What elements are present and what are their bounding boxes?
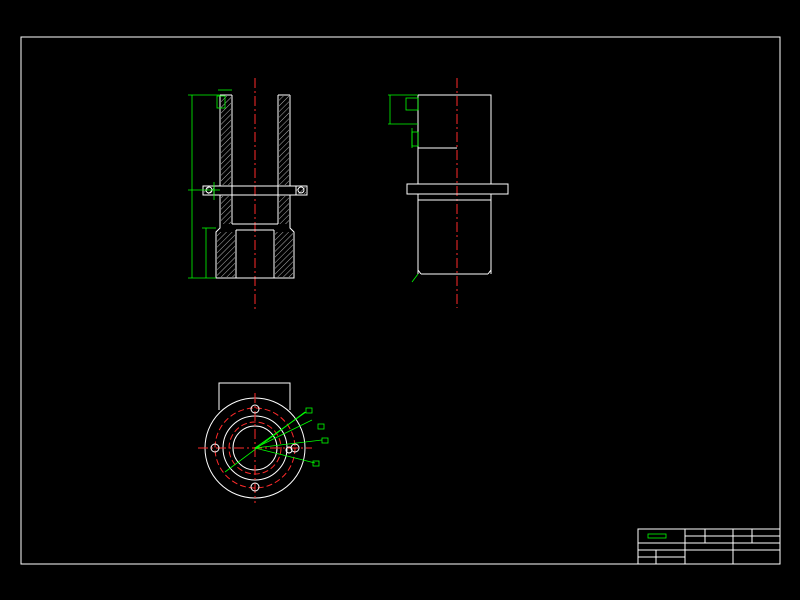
cad-drawing — [20, 36, 781, 565]
title-block — [637, 528, 781, 565]
drawing-frame — [20, 36, 781, 565]
side-view — [388, 78, 509, 308]
front-section-view — [188, 78, 308, 310]
plan-view — [198, 382, 329, 503]
